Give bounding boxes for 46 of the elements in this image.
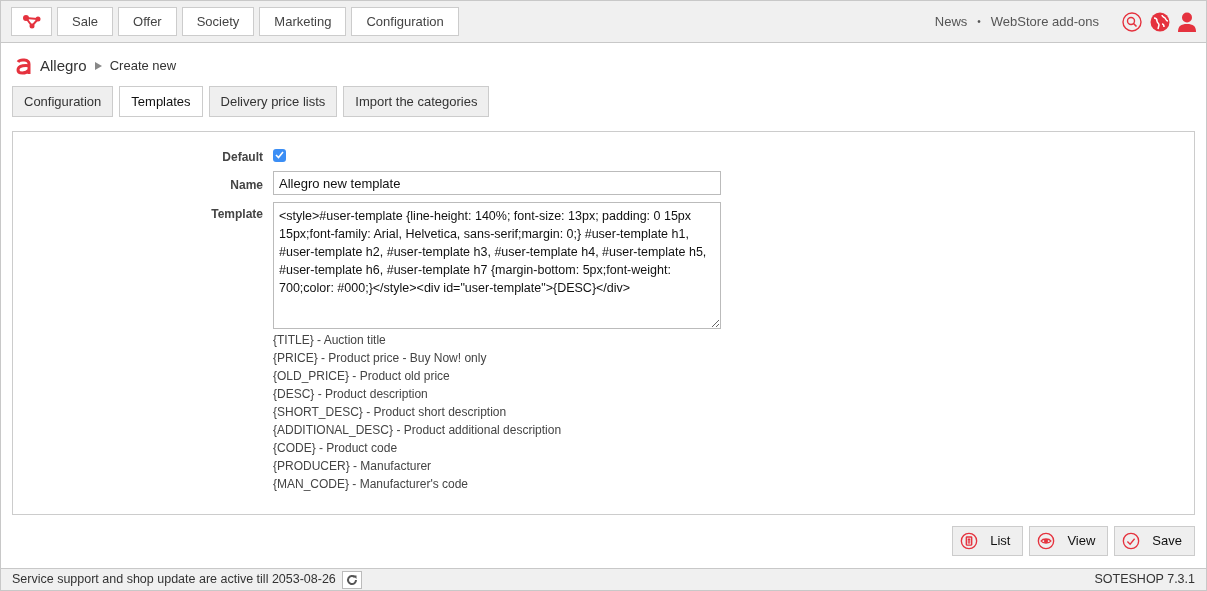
placeholder-help-text: {CODE} - Product code: [273, 440, 399, 457]
tab[interactable]: Delivery price lists: [208, 86, 338, 117]
placeholder-help-text: {OLD_PRICE} - Product old price: [273, 368, 451, 385]
menu-button[interactable]: Marketing: [259, 7, 347, 36]
tab[interactable]: Templates: [119, 86, 203, 117]
placeholder-help-text: {PRICE} - Product price - Buy Now! only: [273, 350, 488, 367]
action-button[interactable]: View: [1029, 526, 1109, 556]
default-checkbox[interactable]: [273, 148, 286, 162]
placeholder-help-text: {SHORT_DESC} - Product short description: [273, 404, 508, 421]
user-icon[interactable]: [1178, 11, 1196, 32]
field-label: Default: [221, 149, 263, 166]
checkmark-icon: [1122, 532, 1141, 550]
menu-button[interactable]: Configuration: [351, 7, 459, 36]
search-icon[interactable]: [1122, 11, 1142, 32]
menu-button[interactable]: Society: [181, 7, 255, 36]
document-icon: [960, 532, 979, 550]
separator-dot: •: [977, 15, 981, 29]
tab[interactable]: Import the categories: [343, 86, 490, 117]
field-label: Name: [229, 177, 263, 194]
placeholder-help-text: {MAN_CODE} - Manufacturer's code: [273, 476, 470, 493]
template-field[interactable]: <style>#user-template {line-height: 140%; font-size: 13px; padding: 0 15px 15px;font-family: Arial, Helvetica, sans-serif;margin: 0;} #user-template h1, #user-template h2, #user-template h3, #user-template h4, #user-template h5, #user-template h6, #user-template h7 {margin-bottom: 5px;font-weight: 700;color: #000;}</style><div id="user-template">{DESC}</div>: [273, 202, 721, 329]
globe-icon[interactable]: [1150, 11, 1170, 32]
tab[interactable]: Configuration: [12, 86, 114, 117]
menu-button[interactable]: Offer: [118, 7, 177, 36]
logo-button[interactable]: [11, 7, 52, 36]
refresh-icon: [345, 573, 358, 586]
nav-link[interactable]: News: [934, 11, 968, 32]
refresh-button[interactable]: [341, 570, 362, 589]
status-message: Service support and shop update are active till 2053-08-26: [12, 571, 336, 589]
menu-button[interactable]: Sale: [57, 7, 114, 36]
action-button[interactable]: Save: [1114, 526, 1195, 556]
network-icon: [22, 13, 41, 30]
placeholder-help-text: {DESC} - Product description: [273, 386, 429, 403]
field-label: Template: [210, 206, 263, 223]
allegro-logo-icon: [16, 57, 32, 75]
placeholder-help-text: {ADDITIONAL_DESC} - Product additional description: [273, 422, 563, 439]
eye-icon: [1037, 532, 1056, 550]
breadcrumb-current: Create new: [109, 57, 177, 76]
action-button[interactable]: List: [952, 526, 1024, 556]
breadcrumb-arrow-icon: [94, 62, 102, 70]
nav-link[interactable]: WebStore add-ons: [990, 11, 1099, 32]
placeholder-help-text: {PRODUCER} - Manufacturer: [273, 458, 433, 475]
version-text: SOTESHOP 7.3.1: [1094, 571, 1195, 589]
placeholder-help-text: {TITLE} - Auction title: [273, 332, 387, 349]
name-field[interactable]: Allegro new template: [273, 171, 721, 195]
breadcrumb-title[interactable]: Allegro: [40, 54, 87, 78]
